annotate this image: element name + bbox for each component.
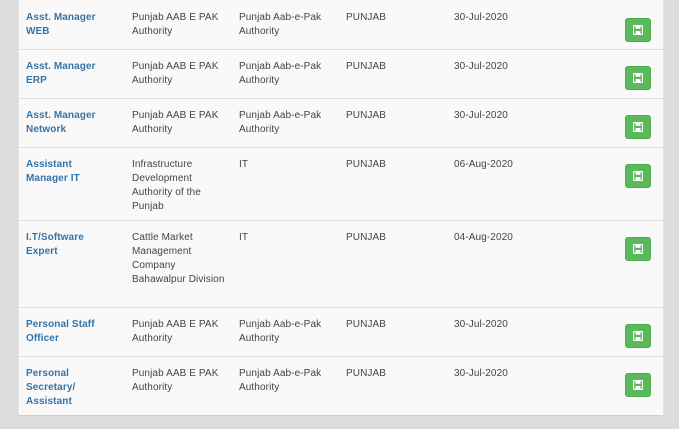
department-cell: Punjab Aab-e-Pak Authority bbox=[239, 12, 322, 37]
table-row: Asst. Manager Network Punjab AAB E PAK A… bbox=[19, 98, 663, 148]
save-icon bbox=[633, 122, 643, 132]
organization-cell: Punjab AAB E PAK Authority bbox=[132, 368, 219, 393]
province-cell: PUNJAB bbox=[346, 368, 387, 379]
job-title-link[interactable]: Personal Staff Officer bbox=[26, 318, 116, 346]
job-title-link[interactable]: Asst. Manager ERP bbox=[26, 60, 116, 88]
job-title-link[interactable]: Personal Secretary/ Assistant bbox=[26, 367, 116, 409]
organization-cell: Punjab AAB E PAK Authority bbox=[132, 110, 219, 135]
table-row: Personal Secretary/ Assistant Punjab AAB… bbox=[19, 356, 663, 415]
department-cell: IT bbox=[239, 232, 249, 243]
organization-cell: Punjab AAB E PAK Authority bbox=[132, 12, 219, 37]
table-row: Asst. Manager ERP Punjab AAB E PAK Autho… bbox=[19, 49, 663, 99]
organization-cell: Infrastructure Development Authority of … bbox=[132, 159, 201, 212]
department-cell: IT bbox=[239, 159, 249, 170]
date-cell: 30-Jul-2020 bbox=[454, 319, 508, 330]
save-icon bbox=[633, 73, 643, 83]
date-cell: 30-Jul-2020 bbox=[454, 61, 508, 72]
save-button[interactable] bbox=[625, 373, 651, 397]
jobs-table: Asst. Manager WEB Punjab AAB E PAK Autho… bbox=[18, 0, 664, 415]
organization-cell: Cattle Market Management Company Bahawal… bbox=[132, 232, 225, 285]
province-cell: PUNJAB bbox=[346, 159, 387, 170]
save-icon bbox=[633, 171, 643, 181]
save-button[interactable] bbox=[625, 66, 651, 90]
save-icon bbox=[633, 25, 643, 35]
department-cell: Punjab Aab-e-Pak Authority bbox=[239, 110, 322, 135]
province-cell: PUNJAB bbox=[346, 319, 387, 330]
job-title-link[interactable]: I.T/Software Expert bbox=[26, 231, 116, 259]
page-background: Asst. Manager WEB Punjab AAB E PAK Autho… bbox=[0, 0, 679, 429]
organization-cell: Punjab AAB E PAK Authority bbox=[132, 61, 219, 86]
job-title-link[interactable]: Asst. Manager Network bbox=[26, 109, 116, 137]
date-cell: 30-Jul-2020 bbox=[454, 110, 508, 121]
province-cell: PUNJAB bbox=[346, 110, 387, 121]
date-cell: 06-Aug-2020 bbox=[454, 159, 513, 170]
department-cell: Punjab Aab-e-Pak Authority bbox=[239, 319, 322, 344]
save-icon bbox=[633, 331, 643, 341]
save-button[interactable] bbox=[625, 324, 651, 348]
table-row: I.T/Software Expert Cattle Market Manage… bbox=[19, 220, 663, 308]
organization-cell: Punjab AAB E PAK Authority bbox=[132, 319, 219, 344]
save-button[interactable] bbox=[625, 237, 651, 261]
job-title-link[interactable]: Asst. Manager WEB bbox=[26, 11, 116, 39]
department-cell: Punjab Aab-e-Pak Authority bbox=[239, 368, 322, 393]
table-row: Personal Staff Officer Punjab AAB E PAK … bbox=[19, 307, 663, 357]
save-button[interactable] bbox=[625, 115, 651, 139]
province-cell: PUNJAB bbox=[346, 232, 387, 243]
save-icon bbox=[633, 380, 643, 390]
date-cell: 04-Aug-2020 bbox=[454, 232, 513, 243]
date-cell: 30-Jul-2020 bbox=[454, 12, 508, 23]
date-cell: 30-Jul-2020 bbox=[454, 368, 508, 379]
table-row: Assistant Manager IT Infrastructure Deve… bbox=[19, 147, 663, 221]
save-button[interactable] bbox=[625, 18, 651, 42]
province-cell: PUNJAB bbox=[346, 12, 387, 23]
table-row: Asst. Manager WEB Punjab AAB E PAK Autho… bbox=[19, 0, 663, 50]
province-cell: PUNJAB bbox=[346, 61, 387, 72]
save-icon bbox=[633, 244, 643, 254]
save-button[interactable] bbox=[625, 164, 651, 188]
job-title-link[interactable]: Assistant Manager IT bbox=[26, 158, 116, 186]
table-bottom-border bbox=[18, 415, 662, 416]
department-cell: Punjab Aab-e-Pak Authority bbox=[239, 61, 322, 86]
